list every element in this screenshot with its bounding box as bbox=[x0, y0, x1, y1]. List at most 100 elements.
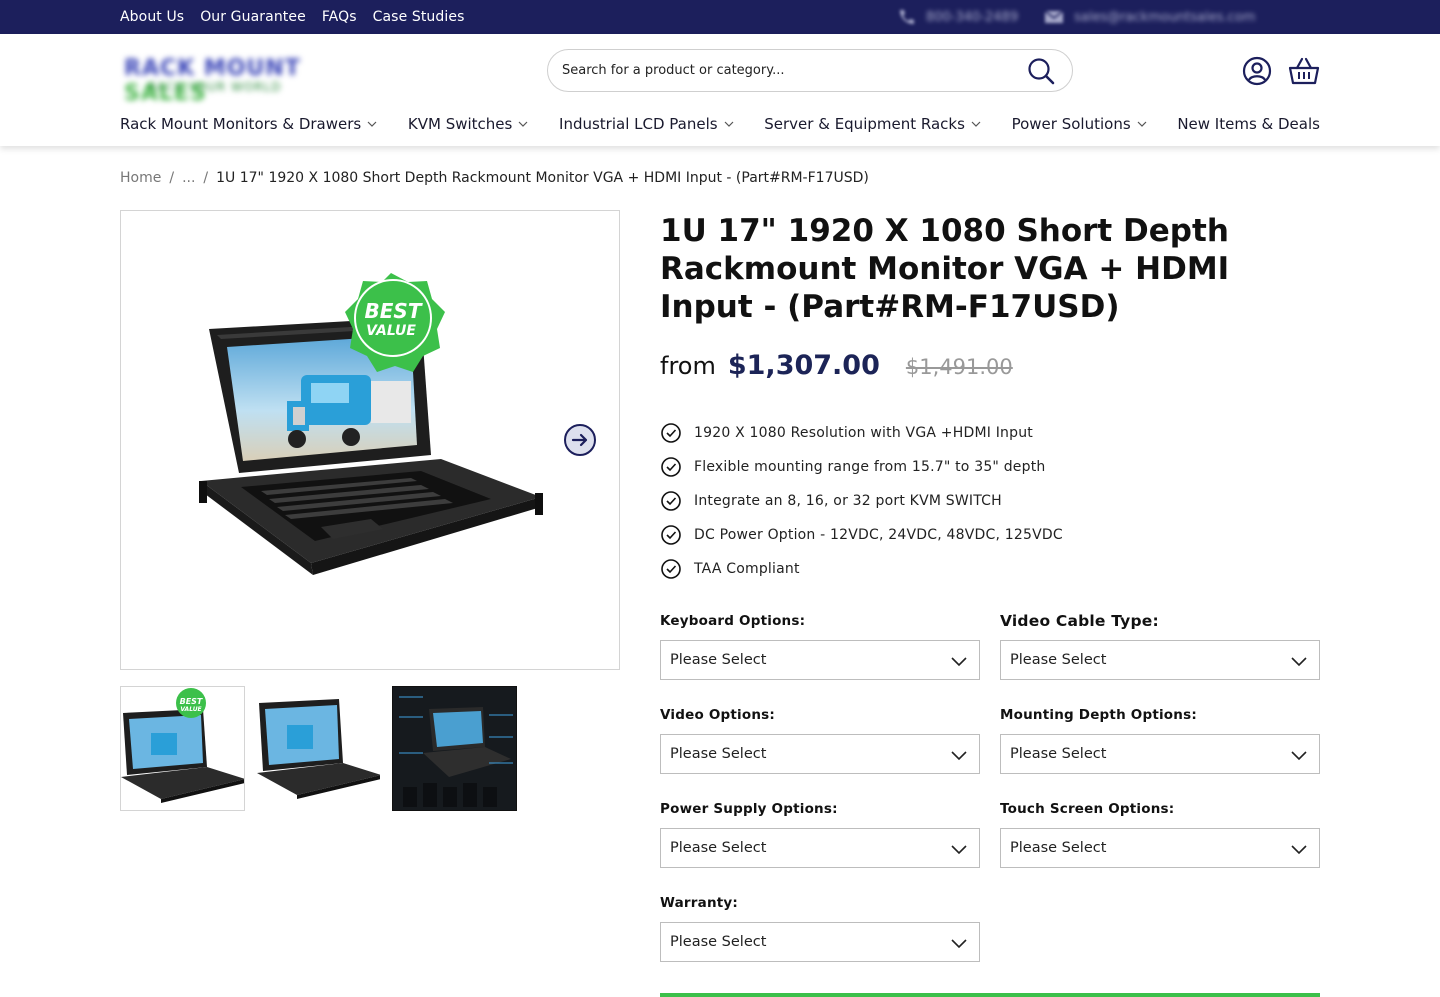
power-supply-options-label: Power Supply Options: bbox=[660, 801, 838, 817]
select-value: Please Select bbox=[1010, 746, 1107, 762]
mounting-depth-options: Mounting Depth Options: Please Select bbox=[1000, 707, 1320, 774]
feature-item: TAA Compliant bbox=[660, 552, 1300, 586]
breadcrumb-separator: / bbox=[169, 170, 175, 186]
phone-number[interactable]: 800-340-2489 bbox=[926, 10, 1018, 25]
feature-item: 1920 X 1080 Resolution with VGA +HDMI In… bbox=[660, 416, 1300, 450]
badge-line1: BEST bbox=[180, 697, 203, 706]
search-icon[interactable] bbox=[1026, 56, 1056, 86]
rackmount-monitor-image: BEST VALUE bbox=[199, 273, 543, 575]
price-from-label: from bbox=[660, 352, 716, 380]
badge-line1: BEST bbox=[365, 299, 423, 323]
chevron-down-icon bbox=[367, 121, 377, 127]
keyboard-options: Keyboard Options: Please Select bbox=[660, 613, 980, 680]
chevron-down-icon bbox=[1291, 657, 1307, 667]
breadcrumb: Home / ... / 1U 17" 1920 X 1080 Short De… bbox=[120, 170, 869, 186]
touch-screen-options-select[interactable]: Please Select bbox=[1000, 828, 1320, 868]
top-link-about-us[interactable]: About Us bbox=[120, 9, 184, 25]
logo-tagline: RACK YOUR WORLD bbox=[148, 80, 282, 94]
nav-label: KVM Switches bbox=[407, 115, 513, 133]
arrow-right-circle-icon[interactable] bbox=[563, 423, 597, 457]
power-supply-options-select[interactable]: Please Select bbox=[660, 828, 980, 868]
chevron-down-icon bbox=[1291, 751, 1307, 761]
sale-price: $1,307.00 bbox=[727, 350, 880, 381]
breadcrumb-home[interactable]: Home bbox=[120, 170, 161, 186]
select-value: Please Select bbox=[670, 652, 767, 668]
feature-text: 1920 X 1080 Resolution with VGA +HDMI In… bbox=[694, 425, 1033, 441]
mounting-depth-options-select[interactable]: Please Select bbox=[1000, 734, 1320, 774]
main-nav: Rack Mount Monitors & Drawers KVM Switch… bbox=[120, 112, 1320, 136]
breadcrumb-separator: / bbox=[203, 170, 209, 186]
chevron-down-icon bbox=[724, 121, 734, 127]
thumbnail-1[interactable]: BEST VALUE bbox=[120, 686, 245, 811]
nav-server-equipment-racks[interactable]: Server & Equipment Racks bbox=[764, 115, 981, 133]
touch-screen-options-label: Touch Screen Options: bbox=[1000, 801, 1175, 817]
nav-kvm-switches[interactable]: KVM Switches bbox=[408, 115, 528, 133]
select-value: Please Select bbox=[670, 934, 767, 950]
nav-power-solutions[interactable]: Power Solutions bbox=[1012, 115, 1147, 133]
chevron-down-icon bbox=[518, 121, 528, 127]
feature-text: Integrate an 8, 16, or 32 port KVM SWITC… bbox=[694, 493, 1002, 509]
original-price: $1,491.00 bbox=[905, 355, 1013, 379]
email-address[interactable]: sales@rackmountsales.com bbox=[1074, 10, 1255, 25]
feature-text: TAA Compliant bbox=[694, 561, 800, 577]
thumbnail-2[interactable] bbox=[256, 686, 381, 811]
warranty-select[interactable]: Please Select bbox=[660, 922, 980, 962]
email-icon[interactable] bbox=[1044, 8, 1064, 26]
warranty-label: Warranty: bbox=[660, 895, 739, 911]
breadcrumb-current: 1U 17" 1920 X 1080 Short Depth Rackmount… bbox=[216, 170, 869, 186]
cart-icon[interactable] bbox=[1288, 55, 1320, 87]
video-options-select[interactable]: Please Select bbox=[660, 734, 980, 774]
nav-label: Server & Equipment Racks bbox=[764, 115, 965, 133]
feature-text: DC Power Option - 12VDC, 24VDC, 48VDC, 1… bbox=[694, 527, 1063, 543]
feature-item: DC Power Option - 12VDC, 24VDC, 48VDC, 1… bbox=[660, 518, 1300, 552]
select-value: Please Select bbox=[1010, 652, 1107, 668]
top-link-case-studies[interactable]: Case Studies bbox=[373, 9, 465, 25]
top-nav: About Us Our Guarantee FAQs Case Studies bbox=[120, 0, 464, 34]
check-circle-icon bbox=[661, 491, 681, 511]
chevron-down-icon bbox=[1137, 121, 1147, 127]
search-input[interactable] bbox=[562, 50, 1012, 91]
select-value: Please Select bbox=[670, 746, 767, 762]
video-cable-type-select[interactable]: Please Select bbox=[1000, 640, 1320, 680]
account-icon[interactable] bbox=[1242, 56, 1272, 86]
phone-icon[interactable] bbox=[896, 8, 916, 26]
feature-item: Flexible mounting range from 15.7" to 35… bbox=[660, 450, 1300, 484]
feature-item: Integrate an 8, 16, or 32 port KVM SWITC… bbox=[660, 484, 1300, 518]
select-value: Please Select bbox=[1010, 840, 1107, 856]
keyboard-options-label: Keyboard Options: bbox=[660, 613, 806, 629]
video-cable-type-label: Video Cable Type: bbox=[1000, 612, 1159, 630]
main-product-image[interactable]: BEST VALUE bbox=[120, 210, 620, 670]
keyboard-options-select[interactable]: Please Select bbox=[660, 640, 980, 680]
badge-line2: VALUE bbox=[366, 323, 416, 339]
touch-screen-options: Touch Screen Options: Please Select bbox=[1000, 801, 1320, 868]
thumbnail-image bbox=[393, 687, 516, 810]
video-cable-type: Video Cable Type: Please Select bbox=[1000, 612, 1320, 680]
site-logo[interactable]: RACK MOUNT SALES RACK YOUR WORLD bbox=[120, 52, 378, 106]
logo-text-a: RACK MOUNT bbox=[124, 56, 301, 81]
video-options: Video Options: Please Select bbox=[660, 707, 980, 774]
add-to-cart-bar[interactable] bbox=[660, 993, 1320, 997]
nav-rack-mount-monitors[interactable]: Rack Mount Monitors & Drawers bbox=[120, 115, 377, 133]
warranty-options: Warranty: Please Select bbox=[660, 895, 980, 962]
nav-label: Industrial LCD Panels bbox=[559, 115, 718, 133]
product-title: 1U 17" 1920 X 1080 Short Depth Rackmount… bbox=[660, 213, 1230, 325]
nav-label: Power Solutions bbox=[1011, 115, 1131, 133]
check-circle-icon bbox=[661, 423, 681, 443]
chevron-down-icon bbox=[951, 751, 967, 761]
nav-label: New Items & Deals bbox=[1177, 115, 1320, 133]
top-link-our-guarantee[interactable]: Our Guarantee bbox=[200, 9, 306, 25]
chevron-down-icon bbox=[1291, 845, 1307, 855]
search-bar bbox=[547, 49, 1073, 92]
chevron-down-icon bbox=[951, 845, 967, 855]
check-circle-icon bbox=[661, 559, 681, 579]
thumbnail-3[interactable] bbox=[392, 686, 517, 811]
top-link-faqs[interactable]: FAQs bbox=[322, 9, 357, 25]
nav-label: Rack Mount Monitors & Drawers bbox=[120, 115, 362, 133]
price-block: from $1,307.00 $1,491.00 bbox=[660, 350, 1013, 381]
badge-line2: VALUE bbox=[180, 706, 202, 713]
contact-info: 800-340-2489 sales@rackmountsales.com bbox=[896, 0, 1255, 34]
top-bar: About Us Our Guarantee FAQs Case Studies… bbox=[0, 0, 1440, 34]
nav-industrial-lcd-panels[interactable]: Industrial LCD Panels bbox=[559, 115, 734, 133]
breadcrumb-ellipsis[interactable]: ... bbox=[182, 170, 195, 186]
nav-new-items-deals[interactable]: New Items & Deals bbox=[1177, 115, 1320, 133]
